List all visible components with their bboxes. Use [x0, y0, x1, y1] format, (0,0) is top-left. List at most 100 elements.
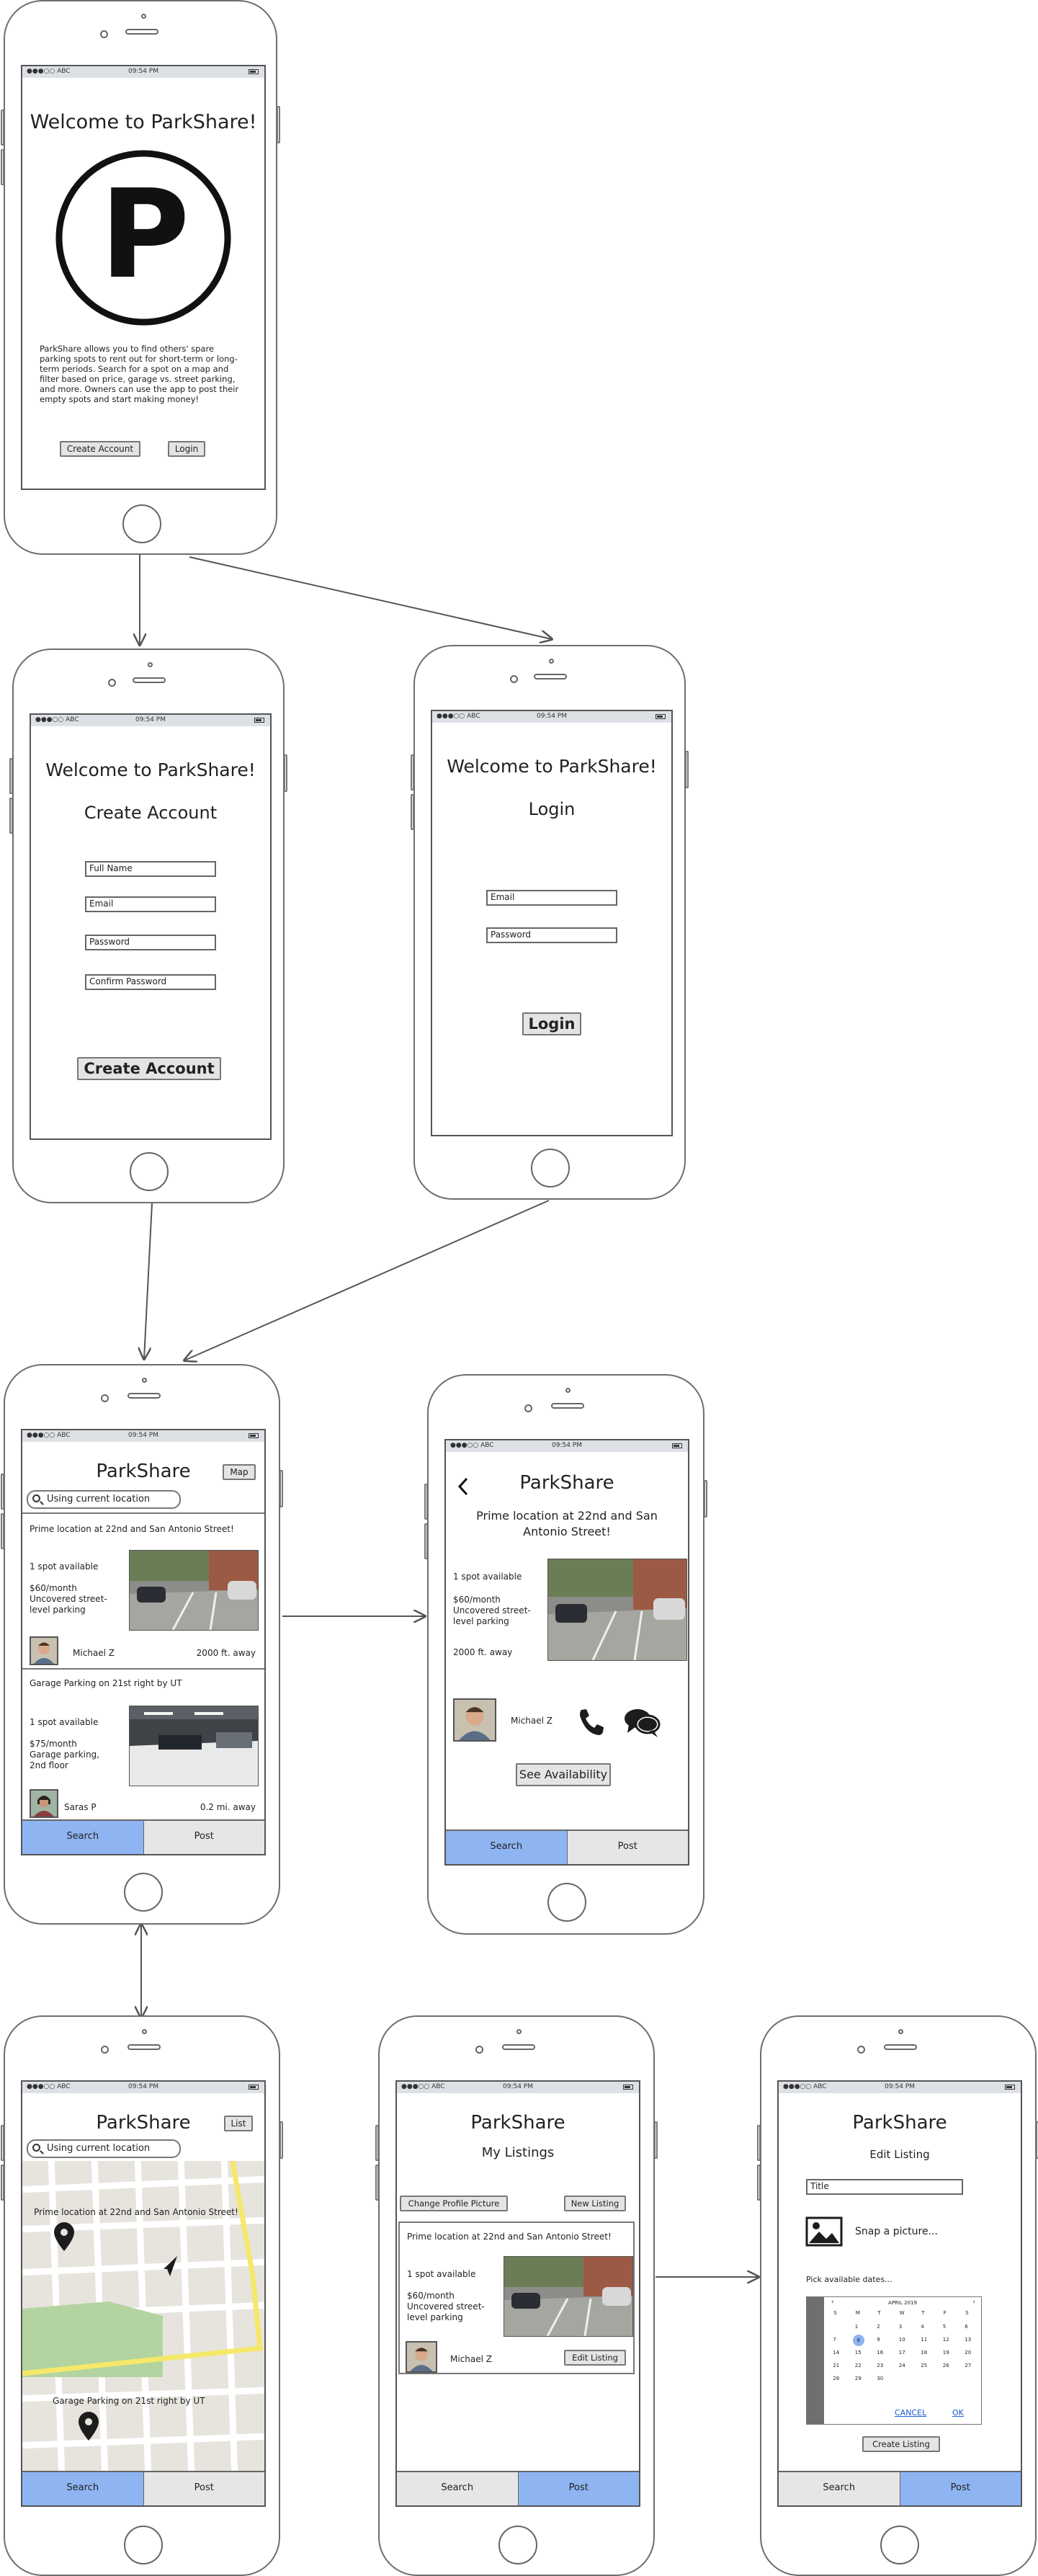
calendar-ok-button[interactable]: OK [952, 2408, 964, 2417]
home-button[interactable] [130, 1152, 169, 1191]
tab-post[interactable]: Post [143, 2472, 264, 2505]
calendar-day[interactable]: 16 [877, 2350, 883, 2356]
create-heading: Create Account [84, 803, 218, 823]
calendar-day[interactable]: 12 [943, 2337, 949, 2343]
password-field[interactable]: Password [85, 935, 216, 950]
volume-button [9, 758, 13, 794]
new-listing-button[interactable]: New Listing [564, 2196, 626, 2211]
tab-search[interactable]: Search [779, 2472, 900, 2505]
home-button[interactable] [498, 2526, 537, 2564]
search-placeholder: Using current location [47, 1494, 151, 1505]
calendar-day[interactable]: 25 [921, 2363, 927, 2368]
calendar-day[interactable]: 10 [899, 2337, 905, 2343]
date-picker[interactable]: APRIL 2019 ‹ › S M T W T F S 1 2 3 4 5 6 7 8 9 10 11 12 13 1… [806, 2296, 982, 2425]
login-submit[interactable]: Login [522, 1012, 581, 1035]
home-button[interactable] [124, 1873, 163, 1912]
login-email-field[interactable]: Email [486, 890, 617, 906]
home-button[interactable] [880, 2526, 919, 2564]
calendar-day[interactable]: 1 [855, 2324, 858, 2330]
parking-photo [504, 2256, 633, 2337]
calendar-day[interactable]: 22 [855, 2363, 862, 2368]
calendar-cancel-button[interactable]: CANCEL [895, 2408, 926, 2417]
next-month-icon[interactable]: › [972, 2299, 975, 2306]
calendar-day[interactable]: 30 [877, 2376, 883, 2381]
email-field[interactable]: Email [85, 896, 216, 912]
create-account-button[interactable]: Create Account [60, 441, 140, 457]
status-bar: ●●●○○ ABC 09:54 PM [22, 1430, 264, 1442]
chat-icon[interactable] [623, 1707, 661, 1739]
search-input[interactable]: Using current location [27, 1490, 181, 1509]
map[interactable]: Prime location at 22nd and San Antonio S… [22, 2161, 264, 2474]
listing-card[interactable]: Garage Parking on 21st right by UT 1 spo… [22, 1670, 264, 1821]
login-password-field[interactable]: Password [486, 927, 617, 943]
prev-month-icon[interactable]: ‹ [831, 2299, 834, 2306]
list-toggle-button[interactable]: List [224, 2116, 253, 2131]
create-listing-button[interactable]: Create Listing [862, 2436, 940, 2452]
create-account-submit[interactable]: Create Account [77, 1057, 221, 1080]
speaker [502, 2044, 535, 2050]
tab-post[interactable]: Post [900, 2472, 1021, 2505]
calendar-day[interactable]: 6 [965, 2324, 967, 2330]
calendar-day[interactable]: 2 [877, 2324, 880, 2330]
calendar-day[interactable]: 7 [833, 2337, 836, 2343]
calendar-day[interactable]: 18 [921, 2350, 927, 2356]
power-button [279, 2121, 283, 2159]
tab-search[interactable]: Search [22, 1821, 144, 1854]
calendar-day[interactable]: 15 [855, 2350, 862, 2356]
snap-picture-label[interactable]: Snap a picture... [855, 2226, 938, 2237]
tab-post[interactable]: Post [567, 1831, 688, 1864]
calendar-day[interactable]: 14 [833, 2350, 839, 2356]
calendar-day[interactable]: 23 [877, 2363, 883, 2368]
tab-search[interactable]: Search [397, 2472, 519, 2505]
search-placeholder: Using current location [47, 2143, 151, 2154]
listing-card[interactable]: Prime location at 22nd and San Antonio S… [22, 1514, 264, 1667]
owner-name: Michael Z [450, 2354, 492, 2364]
calendar-day[interactable]: 27 [965, 2363, 971, 2368]
change-profile-picture-button[interactable]: Change Profile Picture [400, 2196, 508, 2211]
search-input[interactable]: Using current location [27, 2139, 181, 2158]
listing-card[interactable]: Prime location at 22nd and San Antonio S… [398, 2221, 635, 2374]
home-button[interactable] [124, 2526, 163, 2564]
tab-search[interactable]: Search [446, 1831, 568, 1864]
edit-listing-button[interactable]: Edit Listing [564, 2350, 626, 2366]
calendar-day[interactable]: 11 [921, 2337, 927, 2343]
home-button[interactable] [122, 504, 161, 543]
calendar-day[interactable]: 21 [833, 2363, 839, 2368]
full-name-field[interactable]: Full Name [85, 861, 216, 877]
map-pin-icon[interactable] [54, 2222, 74, 2251]
see-availability-button[interactable]: See Availability [516, 1763, 611, 1786]
volume-button [1, 149, 4, 185]
calendar-day[interactable]: 3 [899, 2324, 902, 2330]
home-button[interactable] [547, 1883, 586, 1922]
title-field[interactable]: Title [806, 2179, 963, 2195]
battery-icon [656, 714, 666, 719]
calendar-day[interactable]: 13 [965, 2337, 971, 2343]
map-toggle-button[interactable]: Map [223, 1464, 256, 1480]
calendar-day[interactable]: 4 [921, 2324, 923, 2330]
tab-post[interactable]: Post [518, 2472, 639, 2505]
listing-type: Uncovered street-level parking [407, 2301, 485, 2322]
phone-icon[interactable] [576, 1707, 604, 1736]
image-icon[interactable] [805, 2216, 843, 2247]
tab-search[interactable]: Search [22, 2472, 144, 2505]
calendar-day[interactable]: 9 [877, 2337, 880, 2343]
calendar-day[interactable]: 26 [943, 2363, 949, 2368]
calendar-day[interactable]: 5 [943, 2324, 946, 2330]
power-button [284, 754, 287, 792]
calendar-day[interactable]: 24 [899, 2363, 905, 2368]
home-button[interactable] [531, 1149, 570, 1187]
calendar-day[interactable]: 19 [943, 2350, 949, 2356]
calendar-day[interactable]: 8 [852, 2335, 864, 2346]
arrow-login-to-search [184, 1200, 550, 1360]
calendar-day[interactable]: 20 [965, 2350, 971, 2356]
calendar-day[interactable]: 17 [899, 2350, 905, 2356]
calendar-day[interactable]: 29 [855, 2376, 862, 2381]
edit-listing-heading: Edit Listing [869, 2148, 930, 2161]
calendar-day[interactable]: 28 [833, 2376, 839, 2381]
confirm-password-field[interactable]: Confirm Password [85, 974, 216, 990]
map-pin-icon[interactable] [79, 2412, 99, 2441]
sensor [142, 2029, 147, 2034]
arrow-welcome-to-login [189, 556, 552, 639]
login-button[interactable]: Login [168, 441, 205, 457]
tab-post[interactable]: Post [143, 1821, 264, 1854]
